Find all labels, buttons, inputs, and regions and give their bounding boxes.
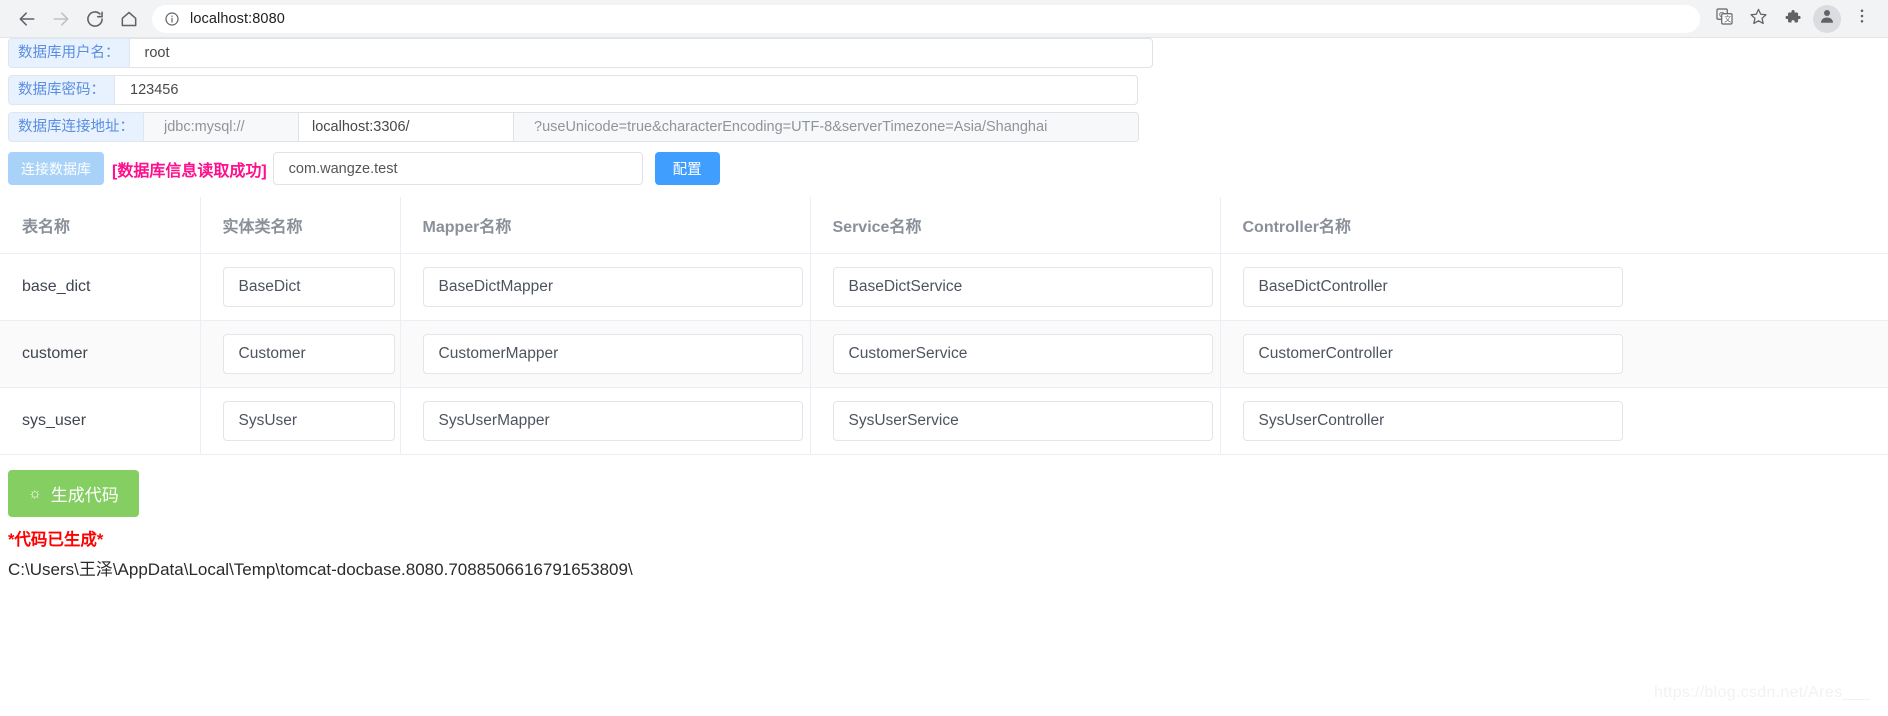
table-row: sys_user xyxy=(0,387,1888,455)
cell-service xyxy=(810,253,1221,321)
table-row: base_dict xyxy=(0,253,1888,321)
spinner-sun-icon: ☼ xyxy=(28,485,42,502)
home-button[interactable] xyxy=(112,2,146,36)
generator-table: 表名称 实体类名称 Mapper名称 Service名称 Controller名… xyxy=(0,197,1888,455)
cell-mapper xyxy=(400,387,811,455)
reload-icon xyxy=(85,9,105,29)
package-name-input[interactable] xyxy=(272,152,643,185)
service-name-input[interactable] xyxy=(832,401,1213,441)
generate-code-button[interactable]: ☼ 生成代码 xyxy=(8,470,139,517)
service-name-input[interactable] xyxy=(832,267,1213,307)
controller-name-input[interactable] xyxy=(1242,334,1623,374)
cell-table-name: base_dict xyxy=(0,253,201,321)
db-params-input[interactable] xyxy=(514,112,1139,142)
db-username-row: 数据库用户名： xyxy=(0,38,1888,68)
profile-avatar-icon xyxy=(1818,7,1836,30)
info-circle-icon[interactable] xyxy=(164,11,180,27)
svg-text:文: 文 xyxy=(1724,14,1731,23)
db-username-label: 数据库用户名： xyxy=(8,38,130,68)
table-header-row: 表名称 实体类名称 Mapper名称 Service名称 Controller名… xyxy=(0,197,1888,254)
table-row: customer xyxy=(0,320,1888,388)
db-username-input[interactable] xyxy=(129,38,1153,68)
puzzle-icon xyxy=(1783,7,1802,31)
entity-name-input[interactable] xyxy=(222,334,395,374)
db-host-input[interactable] xyxy=(299,112,514,142)
generator-table-wrapper: 表名称 实体类名称 Mapper名称 Service名称 Controller名… xyxy=(0,197,1888,455)
star-icon xyxy=(1749,7,1768,31)
three-dot-menu-icon xyxy=(1853,7,1871,30)
db-password-label: 数据库密码： xyxy=(8,75,115,105)
connection-status-text: [数据库信息读取成功] xyxy=(112,162,267,180)
generate-code-label: 生成代码 xyxy=(50,486,119,505)
connection-action-row: 连接数据库 [数据库信息读取成功] 配置 xyxy=(0,152,1888,185)
cell-mapper xyxy=(400,320,811,388)
service-name-input[interactable] xyxy=(832,334,1213,374)
browser-menu-button[interactable] xyxy=(1846,3,1878,35)
address-bar[interactable]: localhost:8080 xyxy=(152,4,1700,33)
forward-arrow-icon xyxy=(51,9,71,29)
cell-entity xyxy=(200,387,401,455)
profile-button[interactable] xyxy=(1813,4,1841,33)
cell-service xyxy=(810,320,1221,388)
cell-entity xyxy=(200,320,401,388)
url-text: localhost:8080 xyxy=(190,10,285,27)
header-entity-name: 实体类名称 xyxy=(200,197,401,254)
db-connection-label: 数据库连接地址： xyxy=(8,112,144,142)
config-button[interactable]: 配置 xyxy=(654,152,720,185)
toolbar-right-group: G 文 xyxy=(1708,3,1878,35)
header-controller-name: Controller名称 xyxy=(1220,197,1888,254)
cell-table-name: customer xyxy=(0,320,201,388)
db-protocol-input[interactable] xyxy=(144,112,299,142)
db-password-input[interactable] xyxy=(115,75,1138,105)
cell-table-name: sys_user xyxy=(0,387,201,455)
cell-controller xyxy=(1220,320,1888,388)
mapper-name-input[interactable] xyxy=(422,401,803,441)
home-icon xyxy=(119,9,139,29)
header-table-name: 表名称 xyxy=(0,197,201,254)
extensions-button[interactable] xyxy=(1776,3,1808,35)
browser-toolbar: localhost:8080 G 文 xyxy=(0,0,1888,38)
translate-button[interactable]: G 文 xyxy=(1708,3,1740,35)
mapper-name-input[interactable] xyxy=(422,267,803,307)
cell-mapper xyxy=(400,253,811,321)
back-arrow-icon xyxy=(17,9,37,29)
entity-name-input[interactable] xyxy=(222,401,395,441)
mapper-name-input[interactable] xyxy=(422,334,803,374)
cell-controller xyxy=(1220,253,1888,321)
header-service-name: Service名称 xyxy=(810,197,1221,254)
controller-name-input[interactable] xyxy=(1242,401,1623,441)
generated-output-path: C:\Users\王泽\AppData\Local\Temp\tomcat-do… xyxy=(8,560,633,579)
bookmark-button[interactable] xyxy=(1742,3,1774,35)
db-connection-row: 数据库连接地址： xyxy=(0,112,1888,142)
entity-name-input[interactable] xyxy=(222,267,395,307)
forward-button[interactable] xyxy=(44,2,78,36)
connect-database-button[interactable]: 连接数据库 xyxy=(8,152,104,185)
page-content: 数据库用户名： 数据库密码： 数据库连接地址： 连接数据库 [数据库信息读取成功… xyxy=(0,38,1888,716)
generate-status-message: *代码已生成* xyxy=(8,531,104,549)
translate-icon: G 文 xyxy=(1715,7,1734,31)
cell-controller xyxy=(1220,387,1888,455)
watermark-text: https://blog.csdn.net/Ares___ xyxy=(1654,684,1870,701)
header-mapper-name: Mapper名称 xyxy=(400,197,811,254)
reload-button[interactable] xyxy=(78,2,112,36)
back-button[interactable] xyxy=(10,2,44,36)
db-password-row: 数据库密码： xyxy=(0,75,1888,105)
cell-service xyxy=(810,387,1221,455)
cell-entity xyxy=(200,253,401,321)
controller-name-input[interactable] xyxy=(1242,267,1623,307)
